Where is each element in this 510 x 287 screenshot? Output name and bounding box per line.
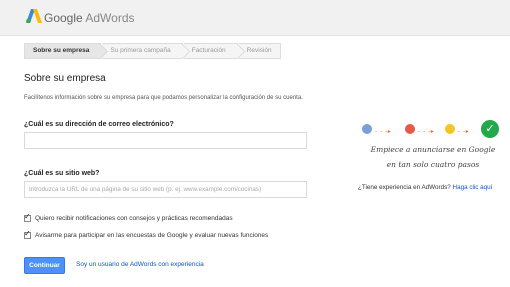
step-dot-red-icon xyxy=(405,124,415,134)
tagline-line-1: Empiece a anunciarse en Google xyxy=(370,145,496,154)
progress-steps: Sobre su empresa Su primera campaña Fact… xyxy=(24,43,282,59)
experience-text: ¿Tiene experiencia en AdWords? xyxy=(358,184,451,191)
page-title: Sobre su empresa xyxy=(24,73,106,84)
notifications-checkbox-label: Quiero recibir notificaciones con consej… xyxy=(35,215,233,222)
click-here-link[interactable]: Haga clic aquí xyxy=(453,184,493,191)
notifications-checkbox-row[interactable]: Quiero recibir notificaciones con consej… xyxy=(24,212,233,222)
surveys-checkbox-row[interactable]: Avisarme para participar en las encuesta… xyxy=(24,229,269,239)
arrow-icon: - -▸ xyxy=(458,128,470,135)
step-facturacion: Facturación xyxy=(183,43,238,59)
website-label: ¿Cuál es su sitio web? xyxy=(24,170,100,177)
experience-prompt: ¿Tiene experiencia en AdWords? Haga clic… xyxy=(358,184,492,191)
email-label: ¿Cuál es su dirección de correo electrón… xyxy=(24,121,174,128)
step-dot-blue-icon xyxy=(362,124,372,134)
logo-adwords-text: AdWords xyxy=(85,11,135,25)
four-steps-illustration: - - -▸ - - -▸ - -▸ ✓ xyxy=(362,120,502,138)
step-dot-yellow-icon xyxy=(445,124,455,134)
email-field[interactable] xyxy=(24,132,307,149)
step-sobre-su-empresa: Sobre su empresa xyxy=(24,43,102,59)
arrow-icon: - - -▸ xyxy=(375,128,392,135)
surveys-checkbox-label: Avisarme para participar en las encuesta… xyxy=(35,232,269,239)
top-header: Google AdWords xyxy=(0,0,510,36)
notifications-checkbox[interactable] xyxy=(24,212,31,222)
arrow-icon: - - -▸ xyxy=(418,128,435,135)
product-name: Google AdWords xyxy=(44,11,135,25)
tagline-line-2: en tan solo cuatro pasos xyxy=(386,160,480,169)
adwords-logo-icon xyxy=(26,9,42,23)
logo-google-text: Google xyxy=(44,11,83,25)
experienced-user-link[interactable]: Soy un usuario de AdWords con experienci… xyxy=(76,261,204,268)
website-field[interactable]: Introduzca la URL de una página de su si… xyxy=(24,181,307,198)
continue-button[interactable]: Continuar xyxy=(24,257,65,274)
step-su-primera-campana: Su primera campaña xyxy=(102,43,183,59)
surveys-checkbox[interactable] xyxy=(24,229,31,239)
checkmark-icon: ✓ xyxy=(481,120,499,138)
page-subtitle: Facilítenos información sobre su empresa… xyxy=(24,95,303,101)
